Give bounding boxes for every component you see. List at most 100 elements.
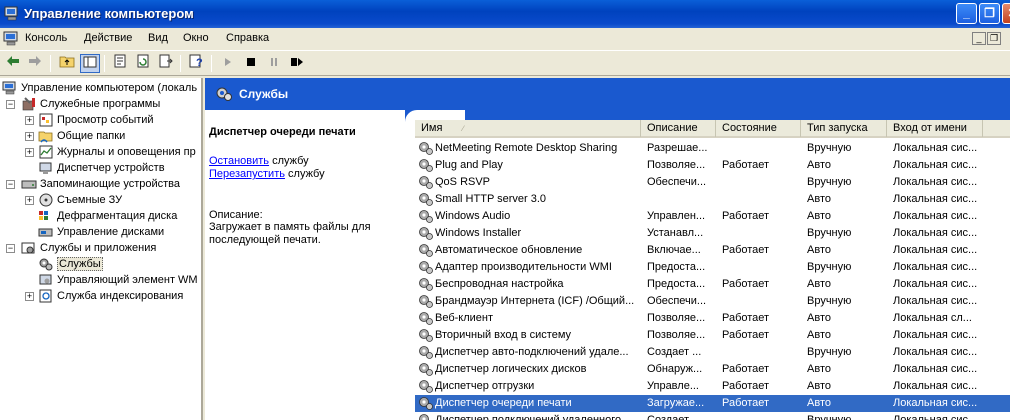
table-row[interactable]: Веб-клиент Позволяе... Работает Авто Локальн… [415,310,1010,327]
computer-management-icon [4,6,18,21]
table-row[interactable]: Брандмауэр Интернета (ICF) /Общий... Обес… [415,293,1010,310]
tree-node-root[interactable]: Управление компьютером (локаль [2,80,197,96]
console-tree[interactable]: Управление компьютером (локаль − Служебн… [0,78,203,420]
close-button[interactable]: ✕ [1002,3,1010,24]
cell-description: Управле... [647,380,699,392]
menu-console[interactable]: Консоль [25,32,67,44]
tree-label: Общие папки [57,130,126,143]
tree-label: Службы и приложения [40,242,157,255]
indexing-icon [39,289,52,303]
column-header-startup-type[interactable]: Тип запуска [801,120,887,137]
table-row[interactable]: Диспетчер подключений удаленного ... Созд… [415,412,1010,420]
minimize-button[interactable]: _ [956,3,977,24]
cell-startup-type: Вручную [807,176,852,188]
cell-log-on-as: Локальная сис... [893,176,978,188]
up-folder-icon[interactable] [57,54,77,73]
pause-icon[interactable] [264,54,284,73]
table-row[interactable]: Диспетчер очереди печати Загружае... Работ… [415,395,1010,412]
column-header-status[interactable]: Состояние [716,120,801,137]
tree-node-indexing-service[interactable]: Служба индексирования [38,288,183,304]
cell-log-on-as: Локальная сис... [893,210,978,222]
collapse-toggle[interactable]: − [6,180,15,189]
column-header-name[interactable]: Имя ∕ [415,120,641,137]
tree-label: Служебные программы [40,98,161,111]
cell-status: Работает [722,278,770,290]
services-apps-icon [21,242,35,254]
table-row[interactable]: Диспетчер логических дисков Обнаруж... Раб… [415,361,1010,378]
column-header-description[interactable]: Описание [641,120,716,137]
table-row[interactable]: NetMeeting Remote Desktop Sharing Разреша… [415,140,1010,157]
cell-log-on-as: Локальная сис... [893,346,978,358]
table-row[interactable]: Windows Audio Управлен... Работает Авто Лока… [415,208,1010,225]
cell-startup-type: Вручную [807,295,852,307]
cell-status [722,140,805,157]
column-header-log-on-as[interactable]: Вход от имени [887,120,983,137]
tree-node-disk-management[interactable]: Управление дисками [38,224,164,240]
forward-arrow-icon[interactable] [25,54,45,73]
table-row[interactable]: Диспетчер отгрузки Управле... Работает Авто… [415,378,1010,395]
tree-node-storage[interactable]: Запоминающие устройства [21,176,180,192]
table-row[interactable]: QoS RSVP Обеспечи... Вручную Локальная сис.… [415,174,1010,191]
tree-node-event-viewer[interactable]: Просмотр событий [38,112,154,128]
tree-label: Диспетчер устройств [57,162,165,175]
expand-toggle[interactable]: + [25,116,34,125]
table-row[interactable]: Беспроводная настройка Предоста... Работае… [415,276,1010,293]
tree-node-services-apps[interactable]: Службы и приложения [21,240,156,256]
tree-node-removable-storage[interactable]: Съемные ЗУ [38,192,122,208]
restart-service-link[interactable]: Перезапустить [209,168,285,180]
show-tree-icon[interactable] [80,54,100,73]
table-row[interactable]: Small HTTP server 3.0 Авто Локальная сис..… [415,191,1010,208]
tree-node-logs-alerts[interactable]: Журналы и оповещения пр [38,144,196,160]
tree-label: Дефрагментация диска [57,210,178,223]
refresh-icon[interactable] [133,54,153,73]
expand-toggle[interactable]: + [25,292,34,301]
properties-icon[interactable] [110,54,130,73]
cell-name: Диспетчер отгрузки [435,380,535,392]
services-list[interactable]: Имя ∕ Описание Состояние Тип запуска Вход… [415,120,1010,420]
stop-service-link[interactable]: Остановить [209,155,269,167]
tree-node-wmi-control[interactable]: Управляющий элемент WM [38,272,198,288]
removable-storage-icon [39,193,53,207]
expand-toggle[interactable]: + [25,132,34,141]
table-row[interactable]: Автоматическое обновление Включае... Работ… [415,242,1010,259]
storage-icon [21,180,37,189]
title-bar[interactable]: Управление компьютером _ ❐ ✕ [0,0,1010,28]
export-list-icon[interactable] [156,54,176,73]
collapse-toggle[interactable]: − [6,244,15,253]
maximize-button[interactable]: ❐ [979,3,1000,24]
tree-node-device-manager[interactable]: Диспетчер устройств [38,160,165,176]
collapse-toggle[interactable]: − [6,100,15,109]
stop-service-action: Остановить службу [209,155,405,168]
play-icon[interactable] [218,54,238,73]
table-row[interactable]: Windows Installer Устанавл... Вручную Локал… [415,225,1010,242]
tree-node-services[interactable]: Службы [38,256,103,272]
child-minimize-button[interactable]: _ [972,32,986,45]
cell-log-on-as: Локальная сис... [893,261,978,273]
menu-action[interactable]: Действие [84,32,132,44]
back-arrow-icon[interactable] [3,54,23,73]
stop-icon[interactable] [241,54,261,73]
tree-label: Службы [57,257,103,272]
expand-toggle[interactable]: + [25,148,34,157]
console-icon[interactable] [3,31,19,46]
tree-node-defragmenter[interactable]: Дефрагментация диска [38,208,177,224]
expand-toggle[interactable]: + [25,196,34,205]
restart-icon[interactable] [287,54,307,73]
child-restore-button[interactable]: ❐ [987,32,1001,45]
table-row[interactable]: Вторичный вход в систему Позволяе... Работ… [415,327,1010,344]
tree-label: Управление дисками [57,226,165,239]
menu-help[interactable]: Справка [226,32,269,44]
device-manager-icon [39,162,52,175]
table-row[interactable]: Диспетчер авто-подключений удале... Созда… [415,344,1010,361]
table-row[interactable]: Адаптер производительности WMI Предоста..… [415,259,1010,276]
help-icon[interactable]: ? [187,54,207,73]
defrag-icon [39,211,48,221]
table-row[interactable]: Plug and Play Позволяе... Работает Авто Лока… [415,157,1010,174]
cell-description: Обеспечи... [647,176,707,188]
cell-description: Загружае... [647,397,705,409]
tree-node-system-tools[interactable]: Служебные программы [21,96,160,112]
cell-description: Создает ... [647,346,702,358]
menu-window[interactable]: Окно [183,32,209,44]
tree-node-shared-folders[interactable]: Общие папки [38,128,125,144]
menu-view[interactable]: Вид [148,32,168,44]
